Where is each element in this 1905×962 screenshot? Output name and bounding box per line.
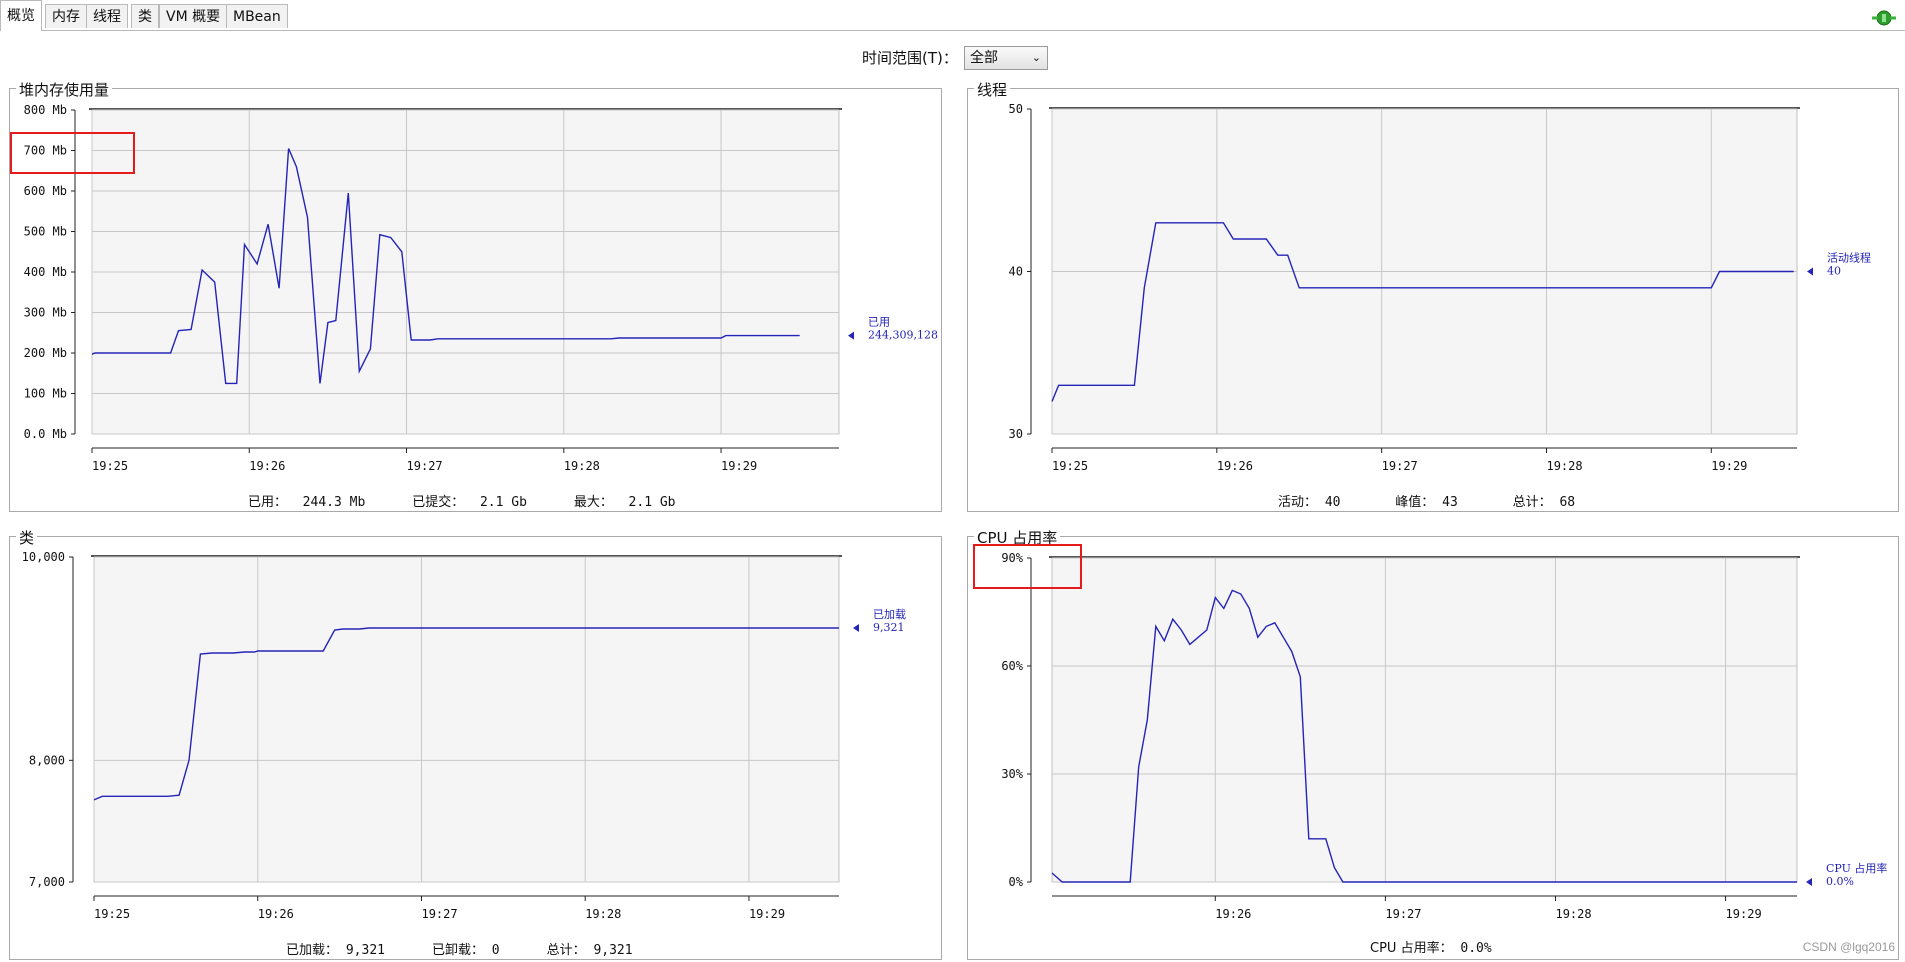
classes-unloaded-value: 0 [491,943,500,958]
cpu-usage-chart: 0%30%60%90%19:26 19:27 19:28 19:29CPU 占用率0.… [1001,551,1887,921]
y-tick-label: 400 Mb [24,265,67,279]
tab-threads[interactable]: 线程 [86,4,128,28]
legend-series-name: 已用 [868,316,890,329]
x-tick-label: 19:26 [1217,459,1253,473]
cpu-usage-value: 0.0% [1460,941,1492,956]
legend-marker [1806,878,1812,886]
heap-committed-label: 已提交： [412,495,465,510]
y-tick-label: 50 [1009,102,1023,116]
tab-bar: 概览 内存 线程 类 VM 概要 MBean [0,0,1905,31]
threads-total-label: 总计： [1512,495,1552,510]
legend-series-value: 244,309,128 [868,329,938,342]
x-tick-label: 19:28 [1555,907,1591,921]
heap-committed-value: 2.1 Gb [479,495,527,510]
time-range-select[interactable]: 全部 ⌄ [964,46,1048,70]
y-tick-label: 8,000 [29,753,65,767]
x-tick-label: 19:28 [585,907,621,921]
heap-used-value: 244.3 Mb [302,495,366,510]
cpu-usage-label: CPU 占用率： [1370,941,1453,956]
classes-summary: 已加载： 9,321 已卸载： 0 总计： 9,321 [286,939,633,958]
threads-peak-label: 峰值： [1395,495,1435,510]
threads-live-value: 40 [1324,495,1341,510]
classes-loaded-label: 已加载： [286,943,339,958]
y-tick-label: 30% [1001,767,1023,781]
heap-max-value: 2.1 Gb [628,495,676,510]
threads-chart: 30405019:25 19:26 19:27 19:28 19:29活动线程40 [1009,102,1871,473]
heap-summary: 已用： 244.3 Mb 已提交： 2.1 Gb 最大： 2.1 Gb [248,491,676,510]
y-tick-label: 0% [1009,875,1024,889]
threads-total-value: 68 [1559,495,1576,510]
classes-loaded-value: 9,321 [345,943,385,958]
y-tick-label: 7,000 [29,875,65,889]
classes-total-label: 总计： [546,943,586,958]
x-tick-label: 19:27 [1385,907,1421,921]
legend-series-name: 已加载 [873,608,906,621]
tab-memory[interactable]: 内存 [45,4,87,28]
y-tick-label: 800 Mb [24,103,67,117]
threads-peak-value: 43 [1442,495,1458,510]
y-tick-label: 30 [1009,427,1023,441]
classes-panel: 类 7,000 8,000 10,000 19:25 19:26 19:27 19:28 19… [9,527,942,960]
x-tick-label: 19:27 [421,907,457,921]
x-tick-label: 19:28 [564,459,600,473]
y-tick-label: 0.0 Mb [24,427,67,441]
y-tick-label: 200 Mb [24,346,67,360]
y-tick-label: 500 Mb [24,225,67,239]
legend-series-name: CPU 占用率 [1826,861,1887,875]
tab-mbean[interactable]: MBean [226,4,288,28]
watermark: CSDN @lgq2016 [1802,940,1895,954]
x-tick-label: 19:25 [92,459,128,473]
legend-series-name: 活动线程 [1827,251,1871,265]
highlight-box-cpu-90pct [973,544,1082,589]
classes-total-value: 9,321 [593,943,633,958]
y-tick-label: 100 Mb [24,387,67,401]
heap-memory-panel: 堆内存使用量 0.0 Mb 100 Mb 200 Mb 300 Mb 400 Mb 500… [9,79,942,512]
time-range-value: 全部 [970,50,998,66]
plot-area [1051,557,1798,883]
threads-live-label: 活动： [1278,495,1318,510]
cpu-usage-panel: CPU 占用率 0% 30% 60% 90% 19:26 19:27 19:28 19:29 C… [967,527,1899,960]
legend-series-value: 40 [1827,265,1841,278]
legend-marker [1807,267,1813,276]
x-tick-label: 19:28 [1546,459,1582,473]
x-tick-label: 19:26 [249,459,285,473]
x-tick-label: 19:27 [1382,459,1418,473]
heap-used-label: 已用： [248,495,288,510]
x-tick-label: 19:26 [258,907,294,921]
chevron-down-icon: ⌄ [1031,51,1041,64]
legend-marker [848,331,854,340]
classes-chart: 7,000 8,000 10,000 19:25 19:26 19:27 19:28 19:2… [22,550,906,921]
heap-memory-chart: 0.0 Mb 100 Mb 200 Mb 300 Mb 400 Mb 500 Mb 600 … [24,103,938,473]
x-tick-label: 19:25 [1052,459,1088,473]
x-tick-label: 19:29 [1726,907,1762,921]
y-tick-label: 60% [1001,659,1023,673]
y-tick-label: 300 Mb [24,306,67,320]
classes-unloaded-label: 已卸载： [431,943,484,958]
x-tick-label: 19:29 [1711,459,1747,473]
x-tick-label: 19:27 [407,459,443,473]
y-tick-label: 40 [1009,265,1023,279]
legend-series-value: 9,321 [873,621,905,634]
heap-max-label: 最大： [573,495,613,510]
tab-classes[interactable]: 类 [131,4,159,28]
x-tick-label: 19:29 [721,459,757,473]
y-tick-label: 10,000 [22,550,65,564]
y-tick-label: 600 Mb [24,184,67,198]
threads-summary: 活动： 40 峰值： 43 总计： 68 [1278,491,1575,510]
connected-plug-icon[interactable] [1871,9,1897,31]
legend-marker [853,624,859,633]
x-tick-label: 19:26 [1215,907,1251,921]
highlight-box-heap-700mb [10,132,135,174]
tab-overview[interactable]: 概览 [0,0,42,31]
x-tick-label: 19:29 [749,907,785,921]
x-tick-label: 19:25 [94,907,130,921]
legend-series-value: 0.0% [1826,875,1854,888]
cpu-summary: CPU 占用率： 0.0% [1370,937,1492,956]
plot-area [93,556,840,883]
tab-vm-summary[interactable]: VM 概要 [159,4,228,28]
threads-panel: 线程 30 40 50 19:25 19:26 19:27 19:28 19:29 活动线程 40… [967,79,1899,512]
time-range-label: 时间范围(T)： [862,49,958,67]
